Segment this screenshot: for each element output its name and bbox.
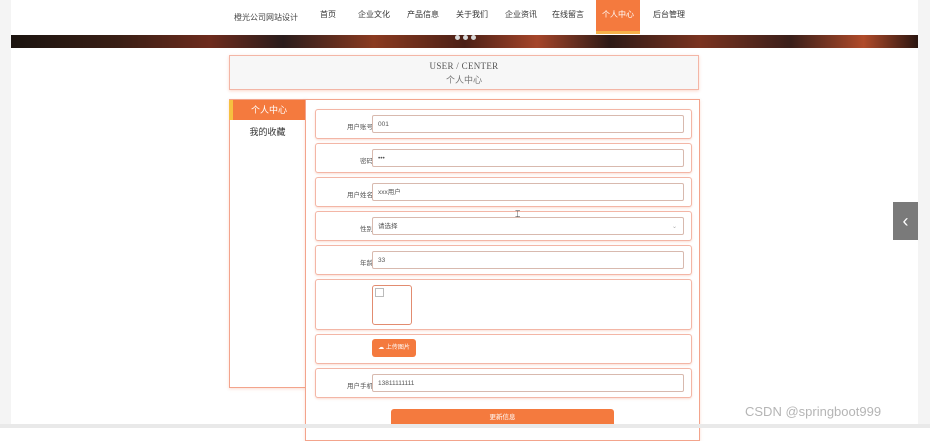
password-input[interactable]: ••• — [372, 149, 684, 167]
banner-image — [11, 35, 918, 48]
age-input[interactable]: 33 — [372, 251, 684, 269]
form-row-gender: 性别 请选择 ⌄ — [315, 211, 692, 241]
form-row-photo — [315, 279, 692, 330]
name-label: 用户姓名 — [347, 192, 373, 199]
form-row-phone: 用户手机 13811111111 — [315, 368, 692, 398]
page-title-cn: 个人中心 — [445, 75, 482, 85]
window-frame-right — [918, 0, 930, 428]
avatar-image — [372, 285, 412, 325]
carousel-dot[interactable] — [455, 35, 460, 40]
upload-button[interactable]: ☁ 上传图片 — [372, 339, 416, 357]
chevron-down-icon: ⌄ — [671, 224, 677, 230]
upload-button-label: 上传图片 — [385, 345, 410, 351]
age-label: 年龄 — [360, 260, 373, 267]
watermark: CSDN @springboot999 — [745, 404, 882, 419]
form-row-password: 密码 ••• — [315, 143, 692, 173]
name-input[interactable]: xxx用户 — [372, 183, 684, 201]
carousel-dot[interactable] — [463, 35, 468, 40]
form-row-name: 用户姓名 xxx用户 — [315, 177, 692, 207]
password-label: 密码 — [360, 158, 373, 165]
chevron-left-icon[interactable]: ‹ — [893, 202, 918, 240]
gender-select-value: 请选择 — [378, 223, 398, 230]
window-frame-bottom — [0, 424, 930, 428]
mouse-cursor-icon: ⌶ — [515, 209, 521, 219]
nav-item-user-center[interactable]: 个人中心 — [596, 0, 640, 34]
nav-item-news[interactable]: 企业资讯 — [501, 0, 541, 34]
account-input[interactable]: 001 — [372, 115, 684, 133]
form-row-age: 年龄 33 — [315, 245, 692, 275]
nav-item-message[interactable]: 在线留言 — [548, 0, 588, 34]
gender-select[interactable]: 请选择 ⌄ — [372, 217, 684, 235]
form-row-account: 用户账号 001 — [315, 109, 692, 139]
page-title-en: USER / CENTER — [429, 61, 499, 71]
cloud-upload-icon: ☁ — [378, 345, 385, 351]
phone-input[interactable]: 13811111111 — [372, 374, 684, 392]
window-frame-left — [0, 0, 11, 428]
nav-item-culture[interactable]: 企业文化 — [354, 0, 394, 34]
gender-label: 性别 — [360, 226, 373, 233]
side-item-favorites[interactable]: 我的收藏 — [230, 122, 305, 142]
nav-item-about[interactable]: 关于我们 — [452, 0, 492, 34]
site-brand[interactable]: 橙光公司网站设计 — [234, 12, 298, 23]
user-form-panel: 用户账号 001 密码 ••• 用户姓名 xxx用户 性别 请选择 ⌄ 年龄 3… — [305, 99, 700, 441]
account-label: 用户账号 — [347, 124, 373, 131]
nav-item-admin[interactable]: 后台管理 — [647, 0, 691, 34]
nav-item-home[interactable]: 首页 — [312, 0, 344, 34]
phone-label: 用户手机 — [347, 383, 373, 390]
page-heading: USER / CENTER 个人中心 — [229, 55, 699, 90]
side-item-user-center[interactable]: 个人中心 — [229, 100, 305, 120]
broken-image-icon — [375, 288, 384, 297]
side-menu: 个人中心 我的收藏 — [229, 99, 306, 388]
top-navigation: 橙光公司网站设计 首页 企业文化 产品信息 关于我们 企业资讯 在线留言 个人中… — [11, 0, 918, 36]
carousel-dot[interactable] — [471, 35, 476, 40]
form-row-upload: ☁ 上传图片 — [315, 334, 692, 364]
nav-item-products[interactable]: 产品信息 — [403, 0, 443, 34]
